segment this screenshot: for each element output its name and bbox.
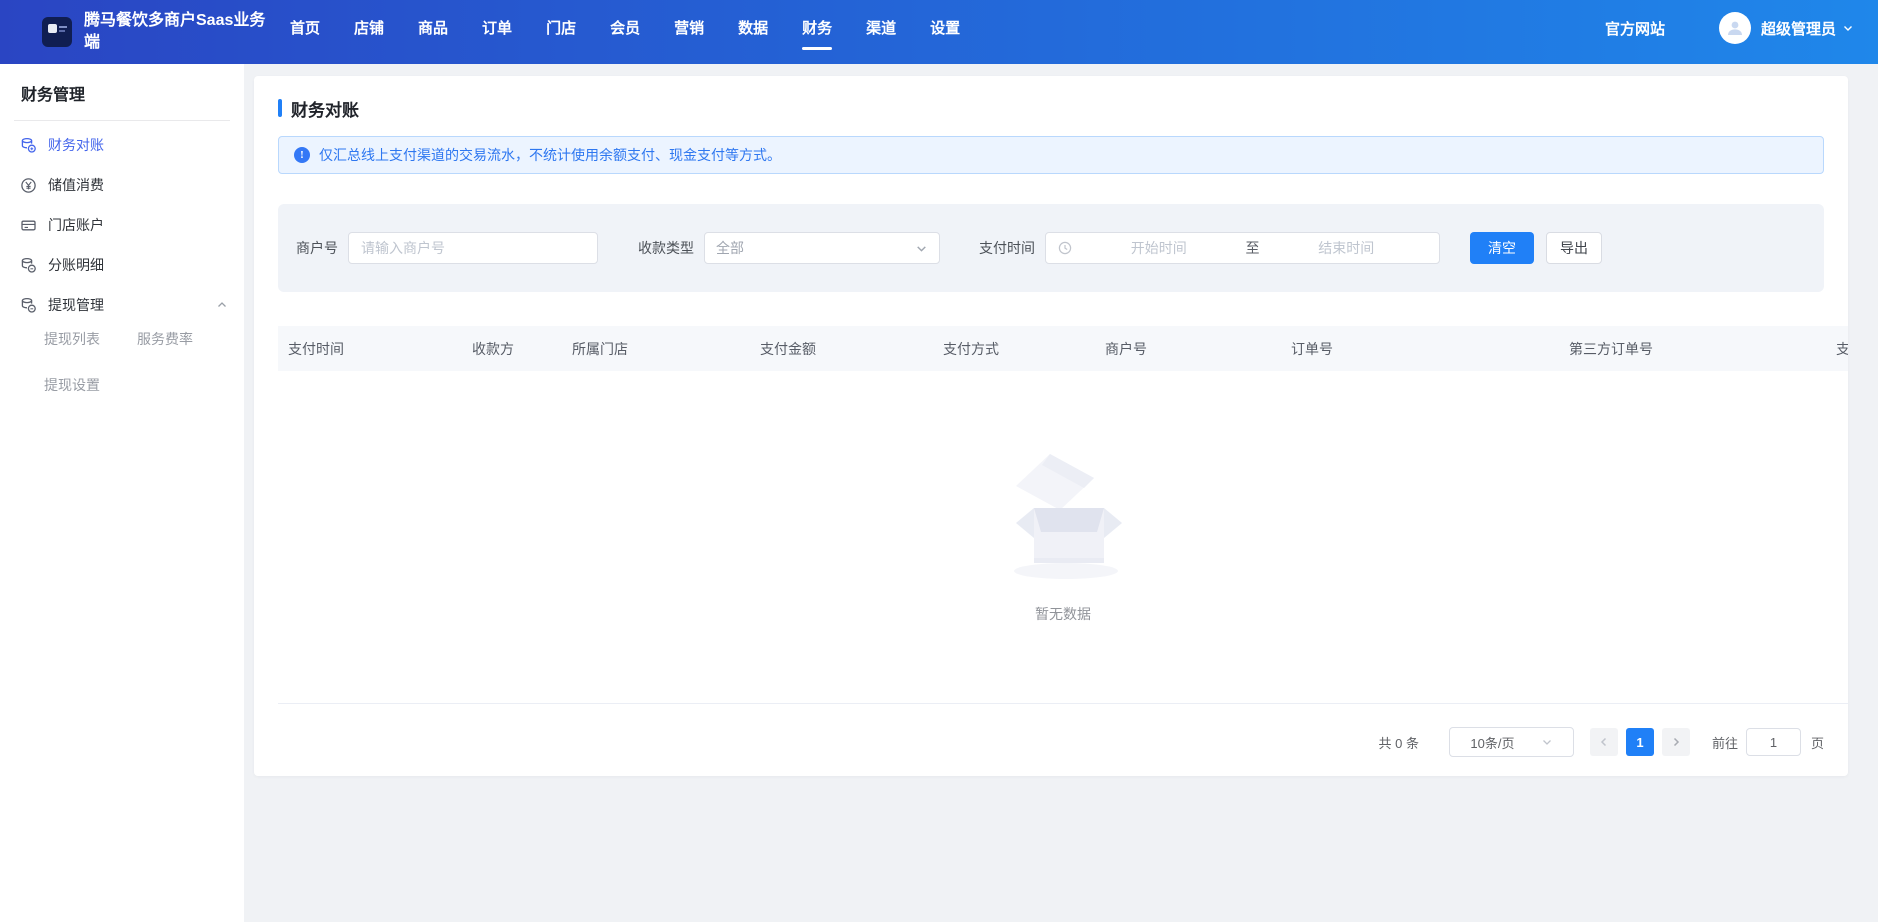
export-button[interactable]: 导出 <box>1546 232 1602 264</box>
chevron-up-icon[interactable] <box>216 299 228 311</box>
table-empty-state: 暂无数据 <box>278 371 1848 704</box>
sidebar-title: 财务管理 <box>0 64 244 105</box>
card-icon <box>20 217 37 234</box>
nav-item-store[interactable]: 门店 <box>546 0 576 64</box>
nav-item-shop[interactable]: 店铺 <box>354 0 384 64</box>
ledger-coins-icon <box>20 137 37 154</box>
empty-text: 暂无数据 <box>1035 604 1091 624</box>
col-pay-status-clipped: 支付 <box>1826 326 1848 371</box>
page-title: 财务对账 <box>291 96 359 121</box>
sidebar-item-reconciliation[interactable]: 财务对账 <box>0 125 244 165</box>
sidebar-submenu-withdraw: 提现列表 服务费率 提现设置 <box>0 325 244 395</box>
ledger-coins-icon <box>20 297 37 314</box>
col-payee: 收款方 <box>462 326 562 371</box>
title-accent-bar <box>278 99 282 117</box>
goto-label: 前往 <box>1712 733 1738 752</box>
page-number-button[interactable]: 1 <box>1626 728 1654 756</box>
sidebar-subitem-withdraw-settings[interactable]: 提现设置 <box>44 375 137 395</box>
app-logo-icon <box>42 17 72 47</box>
pay-time-range-picker[interactable]: 开始时间 至 结束时间 <box>1045 232 1440 264</box>
page-unit-label: 页 <box>1811 733 1824 752</box>
nav-item-settings[interactable]: 设置 <box>930 0 960 64</box>
top-navbar: 腾马餐饮多商户Saas业务端 首页 店铺 商品 订单 门店 会员 营销 数据 财… <box>0 0 1878 64</box>
nav-item-order[interactable]: 订单 <box>482 0 512 64</box>
nav-item-data[interactable]: 数据 <box>738 0 768 64</box>
merchant-id-input[interactable] <box>348 232 598 264</box>
page-size-value: 10条/页 <box>1470 733 1514 752</box>
goto-page-input[interactable] <box>1746 728 1801 756</box>
chevron-down-icon <box>915 242 928 255</box>
official-site-link[interactable]: 官方网站 <box>1605 18 1665 39</box>
sidebar-subitem-withdraw-list[interactable]: 提现列表 <box>44 329 137 349</box>
chevron-down-icon <box>1541 736 1553 748</box>
payee-type-label: 收款类型 <box>638 238 694 258</box>
sidebar: 财务管理 财务对账 储值消费 门店账户 <box>0 64 244 922</box>
nav-item-marketing[interactable]: 营销 <box>674 0 704 64</box>
col-store: 所属门店 <box>562 326 750 371</box>
sidebar-item-label: 提现管理 <box>48 295 104 315</box>
range-separator: 至 <box>1246 238 1260 258</box>
main-content-card: 财务对账 ! 仅汇总线上支付渠道的交易流水，不统计使用余额支付、现金支付等方式。… <box>254 76 1848 776</box>
col-thirdparty-order-id: 第三方订单号 <box>1559 326 1826 371</box>
sidebar-item-label: 分账明细 <box>48 255 104 275</box>
prev-page-icon <box>1598 736 1610 748</box>
alert-text: 仅汇总线上支付渠道的交易流水，不统计使用余额支付、现金支付等方式。 <box>319 145 781 165</box>
ledger-coins-icon <box>20 257 37 274</box>
table-header-row: 支付时间 收款方 所属门店 支付金额 支付方式 商户号 订单号 第三方订单号 支… <box>278 326 1848 371</box>
pay-time-label: 支付时间 <box>979 238 1035 258</box>
filter-panel: 商户号 收款类型 全部 支付时间 开始时间 至 结束时间 清空 导出 <box>278 204 1824 292</box>
col-merchant-id: 商户号 <box>1095 326 1281 371</box>
prev-page-button[interactable] <box>1590 728 1618 756</box>
col-pay-time: 支付时间 <box>278 326 462 371</box>
brand: 腾马餐饮多商户Saas业务端 <box>42 10 284 53</box>
empty-box-illustration <box>988 450 1138 590</box>
chevron-down-icon <box>1842 22 1854 34</box>
yen-circle-icon <box>20 177 37 194</box>
merchant-id-label: 商户号 <box>296 238 338 258</box>
col-amount: 支付金额 <box>750 326 933 371</box>
sidebar-menu: 财务对账 储值消费 门店账户 分账明细 <box>0 121 244 395</box>
sidebar-item-store-account[interactable]: 门店账户 <box>0 205 244 245</box>
user-name: 超级管理员 <box>1761 18 1836 39</box>
top-nav: 首页 店铺 商品 订单 门店 会员 营销 数据 财务 渠道 设置 <box>290 0 960 64</box>
payee-type-select[interactable]: 全部 <box>704 232 940 264</box>
sidebar-item-stored-value[interactable]: 储值消费 <box>0 165 244 205</box>
nav-item-product[interactable]: 商品 <box>418 0 448 64</box>
nav-item-home[interactable]: 首页 <box>290 0 320 64</box>
pagination: 共 0 条 10条/页 1 前往 页 <box>278 726 1824 758</box>
sidebar-item-label: 门店账户 <box>48 215 104 235</box>
nav-item-channel[interactable]: 渠道 <box>866 0 896 64</box>
user-menu[interactable]: 超级管理员 <box>1761 18 1854 39</box>
page-title-row: 财务对账 <box>278 96 1824 120</box>
clock-icon <box>1058 241 1072 255</box>
start-time-placeholder[interactable]: 开始时间 <box>1078 238 1240 258</box>
nav-item-member[interactable]: 会员 <box>610 0 640 64</box>
sidebar-subitem-service-rate[interactable]: 服务费率 <box>137 329 230 349</box>
next-page-button[interactable] <box>1662 728 1690 756</box>
sidebar-item-split-detail[interactable]: 分账明细 <box>0 245 244 285</box>
user-avatar-icon[interactable] <box>1719 12 1751 44</box>
reconciliation-table: 支付时间 收款方 所属门店 支付金额 支付方式 商户号 订单号 第三方订单号 支… <box>278 326 1848 704</box>
brand-title: 腾马餐饮多商户Saas业务端 <box>84 10 279 53</box>
sidebar-item-label: 储值消费 <box>48 175 104 195</box>
end-time-placeholder[interactable]: 结束时间 <box>1266 238 1428 258</box>
col-order-id: 订单号 <box>1281 326 1559 371</box>
page-size-select[interactable]: 10条/页 <box>1449 727 1574 757</box>
clear-button[interactable]: 清空 <box>1470 232 1534 264</box>
total-count: 共 0 条 <box>1379 733 1419 752</box>
nav-item-finance[interactable]: 财务 <box>802 0 832 64</box>
col-pay-method: 支付方式 <box>933 326 1095 371</box>
payee-type-value: 全部 <box>716 238 744 258</box>
navbar-right: 官方网站 超级管理员 <box>1605 12 1854 52</box>
info-icon: ! <box>294 147 310 163</box>
sidebar-item-label: 财务对账 <box>48 135 104 155</box>
info-alert: ! 仅汇总线上支付渠道的交易流水，不统计使用余额支付、现金支付等方式。 <box>278 136 1824 174</box>
sidebar-item-withdraw[interactable]: 提现管理 <box>0 285 244 325</box>
next-page-icon <box>1670 736 1682 748</box>
